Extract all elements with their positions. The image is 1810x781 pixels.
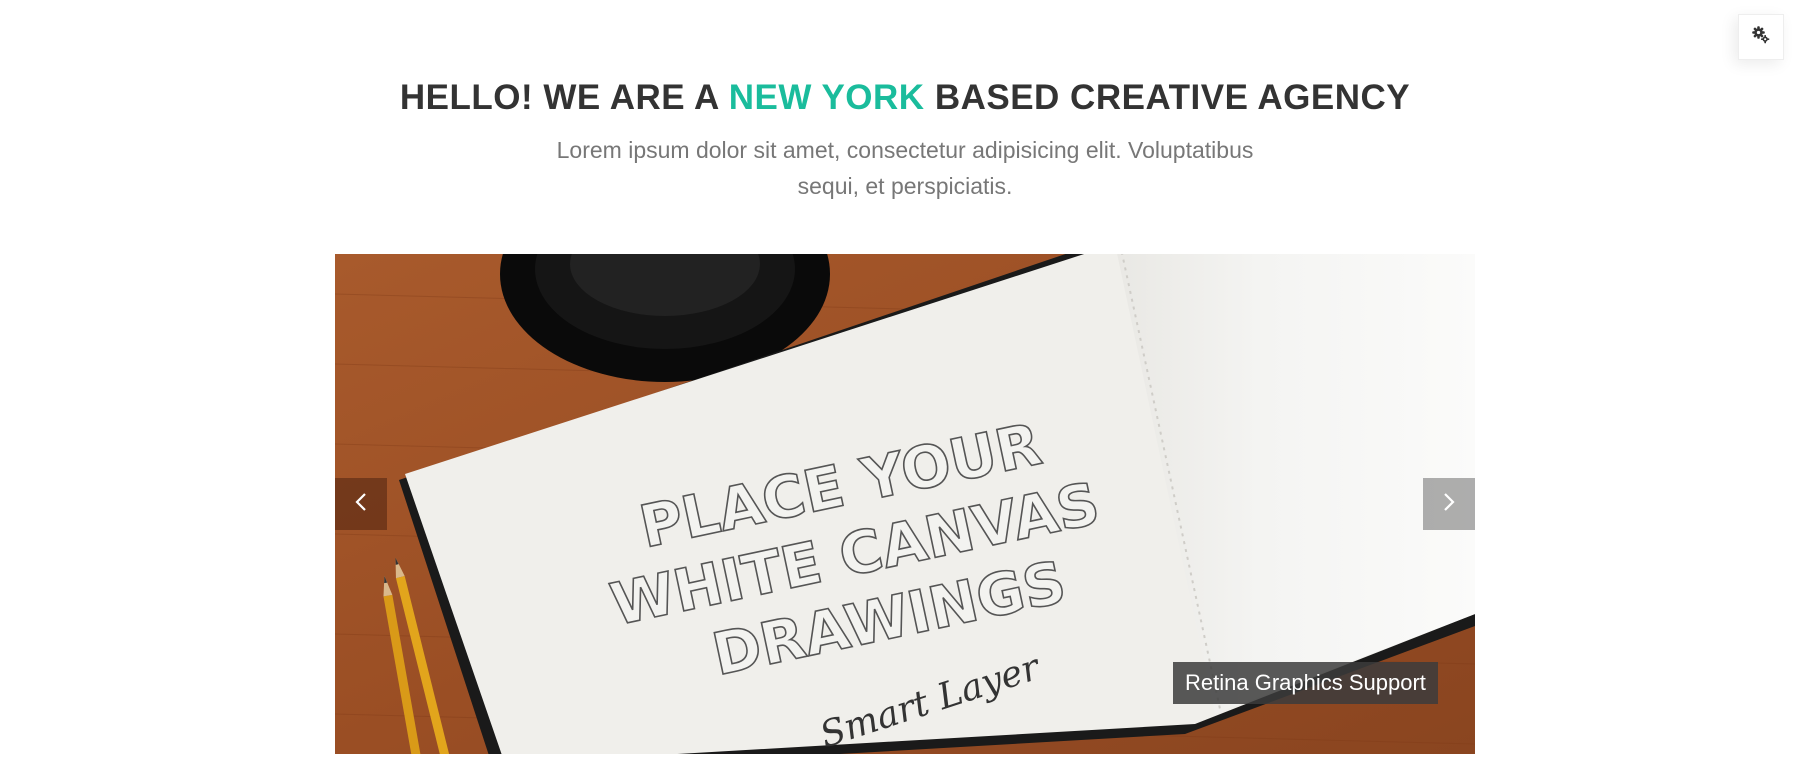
title-tail: BASED CREATIVE AGENCY <box>924 78 1411 117</box>
page-title: HELLO! WE ARE A NEW YORK BASED CREATIVE … <box>0 76 1810 120</box>
slider-next-button[interactable] <box>1423 478 1475 530</box>
title-lead: HELLO! WE ARE A <box>399 78 729 117</box>
chevron-left-icon <box>353 491 369 518</box>
gear-icon <box>1751 25 1771 50</box>
chevron-right-icon <box>1441 491 1457 518</box>
intro-text: Lorem ipsum dolor sit amet, consectetur … <box>556 137 1254 199</box>
image-slider[interactable]: PLACE YOUR WHITE CANVAS DRAWINGS Smart L… <box>335 254 1475 754</box>
slider-prev-button[interactable] <box>335 478 387 530</box>
slide-caption: Retina Graphics Support <box>1173 662 1438 704</box>
settings-button[interactable] <box>1738 14 1784 60</box>
title-accent: NEW YORK <box>728 78 925 117</box>
